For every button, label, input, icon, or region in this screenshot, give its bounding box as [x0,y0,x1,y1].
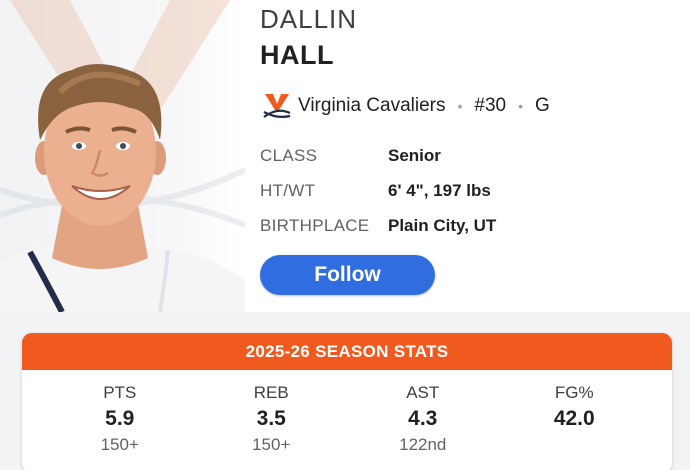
stat-rank: 150+ [100,435,139,454]
stat-value: 4.3 [408,407,438,430]
player-first-name: DALLIN [260,4,358,34]
stat-column-pts: PTS 5.9 150+ [55,370,185,455]
stat-column-fg-pct: FG% 42.0 [509,370,639,455]
stat-rank: 150+ [252,435,291,454]
stat-column-ast: AST 4.3 122nd [358,370,488,455]
info-value: Senior [388,145,441,165]
info-label: HT/WT [260,180,316,200]
stat-rank [509,435,639,455]
stat-value: 5.9 [105,407,135,430]
season-stats-card: 2025-26 SEASON STATS PTS 5.9 150+ REB 3.… [22,333,672,470]
cavaliers-v-sabres-logo-icon[interactable] [262,93,292,119]
jersey-number: #30 [474,95,507,116]
stat-rank: 122nd [399,435,447,454]
team-row: Virginia Cavaliers • #30 • G [262,92,550,120]
season-stats-title: 2025-26 SEASON STATS [22,333,672,370]
info-row-birthplace: BIRTHPLACE Plain City, UT [260,208,496,243]
stat-label: REB [253,383,289,402]
stat-value: 42.0 [553,407,595,430]
info-value: 6' 4", 197 lbs [388,180,491,200]
info-row-ht-wt: HT/WT 6' 4", 197 lbs [260,173,496,208]
stat-column-reb: REB 3.5 150+ [206,370,336,455]
info-label: BIRTHPLACE [260,215,370,235]
stat-label: AST [406,383,440,402]
team-name-link[interactable]: Virginia Cavaliers [298,95,446,117]
player-last-name: HALL [260,40,334,70]
player-position: G [535,95,550,116]
player-info-grid: CLASS Senior HT/WT 6' 4", 197 lbs BIRTHP… [260,138,496,243]
season-stats-columns: PTS 5.9 150+ REB 3.5 150+ AST 4.3 122nd … [22,370,672,455]
follow-button[interactable]: Follow [260,255,435,295]
separator-dot: • [457,98,463,114]
stat-value: 3.5 [256,407,286,430]
info-label: CLASS [260,145,318,165]
separator-dot: • [518,98,524,114]
info-row-class: CLASS Senior [260,138,496,173]
player-header: DALLIN HALL Virginia Cavaliers • #30 • G… [0,0,690,312]
info-value: Plain City, UT [388,215,497,235]
stat-label: FG% [554,383,594,402]
stat-label: PTS [103,383,137,402]
player-photo [0,0,245,312]
